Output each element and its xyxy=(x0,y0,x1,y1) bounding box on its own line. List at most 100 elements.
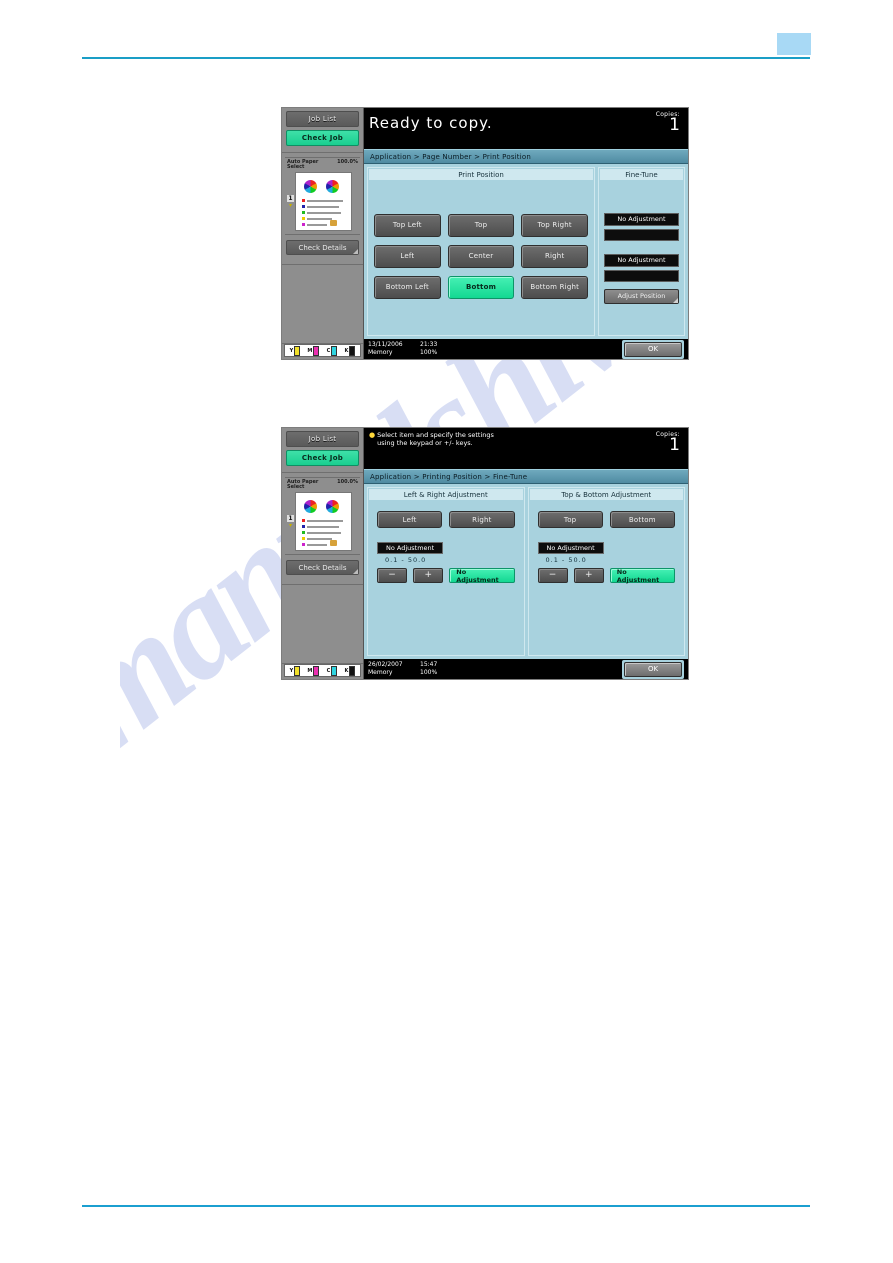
document-preview-icon xyxy=(295,172,352,231)
operator-panel-1: Job List Check Job Auto Paper Select 100.… xyxy=(282,108,364,359)
copies-display-1: Copies: 1 xyxy=(656,111,684,135)
message-bar-2: ● Select item and specify the settings u… xyxy=(364,428,688,469)
tb-value-display: No Adjustment xyxy=(537,542,604,554)
copies-display-2: Copies: 1 xyxy=(656,431,684,455)
position-left-button[interactable]: Left xyxy=(374,244,441,268)
position-right-button[interactable]: Right xyxy=(521,244,589,268)
check-job-button[interactable]: Check Job xyxy=(286,130,359,146)
memory-value: 100% xyxy=(420,349,438,356)
paper-thumb-wrap: 1 ▾ xyxy=(285,492,360,551)
instruction-line-1: Select item and specify the settings xyxy=(377,431,494,439)
paper-thumb-wrap: 1 ▾ xyxy=(285,172,360,231)
left-right-body: Left Right No Adjustment 0.1 - 50.0 − + … xyxy=(368,501,524,655)
toner-c: C xyxy=(327,345,338,356)
position-top-button[interactable]: Top xyxy=(447,213,515,237)
top-bottom-body: Top Bottom No Adjustment 0.1 - 50.0 − + … xyxy=(529,501,685,655)
status-date: 26/02/2007 xyxy=(368,661,403,668)
tb-minus-button[interactable]: − xyxy=(537,568,568,583)
position-top-left-button[interactable]: Top Left xyxy=(374,213,441,237)
zoom-ratio: 100.0% xyxy=(337,479,358,485)
status-text-1: 13/11/2006 21:33 Memory 100% xyxy=(368,341,437,357)
toner-k: K xyxy=(344,345,356,356)
operator-filler xyxy=(282,265,363,343)
position-bottom-left-button[interactable]: Bottom Left xyxy=(374,275,441,299)
copier-screen-fine-tune: Job List Check Job Auto Paper Select 100.… xyxy=(281,427,689,680)
status-text-2: 26/02/2007 15:47 Memory 100% xyxy=(368,661,437,677)
position-top-right-button[interactable]: Top Right xyxy=(521,213,589,237)
ok-button[interactable]: OK xyxy=(624,661,682,677)
breadcrumb-1[interactable]: Application > Page Number > Print Positi… xyxy=(364,149,688,164)
tb-stepper-row: − + No Adjustment xyxy=(537,568,675,584)
memory-label: Memory xyxy=(368,349,393,356)
lr-plus-button[interactable]: + xyxy=(413,568,444,583)
instruction-message: ● Select item and specify the settings u… xyxy=(369,431,494,447)
breadcrumb-2[interactable]: Application > Printing Position > Fine-T… xyxy=(364,469,688,484)
lr-range-label: 0.1 - 50.0 xyxy=(385,556,427,564)
tray-indicator: 1 ▾ xyxy=(287,514,294,529)
screen-body-2: Left & Right Adjustment Left Right No Ad… xyxy=(364,484,688,659)
paper-source-label: Auto Paper Select xyxy=(287,159,319,170)
lr-left-button[interactable]: Left xyxy=(377,511,443,528)
copies-value: 1 xyxy=(669,435,680,455)
tb-value-row: No Adjustment 0.1 - 50.0 xyxy=(537,542,676,564)
status-message: Ready to copy. xyxy=(369,114,493,132)
status-bar-1: 13/11/2006 21:33 Memory 100% OK xyxy=(364,339,688,359)
tb-no-adjustment-button[interactable]: No Adjustment xyxy=(609,568,675,584)
position-bottom-button[interactable]: Bottom xyxy=(447,275,515,299)
check-details-button[interactable]: Check Details xyxy=(286,560,359,575)
instruction-line-2: using the keypad or +/- keys. xyxy=(377,439,473,447)
job-list-button[interactable]: Job List xyxy=(286,431,359,447)
paper-info-1[interactable]: Auto Paper Select 100.0% 1 ▾ xyxy=(285,157,360,235)
fine-tune-value-2[interactable]: No Adjustment xyxy=(604,253,679,267)
copier-screen-print-position: Job List Check Job Auto Paper Select 100.… xyxy=(281,107,689,360)
tb-top-button[interactable]: Top xyxy=(537,511,603,528)
lr-no-adjustment-button[interactable]: No Adjustment xyxy=(449,568,515,584)
touch-screen-1: Ready to copy. Copies: 1 Application > P… xyxy=(364,108,688,359)
toner-m: M xyxy=(307,665,320,676)
ok-wrap-2: OK xyxy=(622,659,684,679)
ok-button[interactable]: OK xyxy=(624,341,682,357)
fine-tune-field-2[interactable] xyxy=(604,269,679,282)
divider xyxy=(282,472,363,473)
position-row: Bottom Left Bottom Bottom Right xyxy=(374,275,589,299)
paper-info-2[interactable]: Auto Paper Select 100.0% 1 ▾ xyxy=(285,477,360,555)
top-bottom-title: Top & Bottom Adjustment xyxy=(529,489,683,500)
position-bottom-right-button[interactable]: Bottom Right xyxy=(521,275,589,299)
instruction-lines: Select item and specify the settings usi… xyxy=(377,431,494,447)
position-grid: Top Left Top Top Right Left Center Right… xyxy=(368,181,594,335)
fine-tune-section: Fine-Tune No Adjustment No Adjustment Ad… xyxy=(598,167,685,336)
tb-bottom-button[interactable]: Bottom xyxy=(609,511,675,528)
job-list-button[interactable]: Job List xyxy=(286,111,359,127)
toner-level-indicator-1: Y M C K xyxy=(284,344,361,357)
adjust-position-button[interactable]: Adjust Position xyxy=(604,288,679,304)
lr-minus-button[interactable]: − xyxy=(377,568,408,583)
left-right-title: Left & Right Adjustment xyxy=(369,489,523,500)
ok-wrap-1: OK xyxy=(622,339,684,359)
top-bottom-buttons: Top Bottom xyxy=(537,511,675,528)
position-row: Top Left Top Top Right xyxy=(374,213,589,237)
paper-header: Auto Paper Select 100.0% xyxy=(285,480,360,490)
message-bar-1: Ready to copy. Copies: 1 xyxy=(364,108,688,149)
check-details-button[interactable]: Check Details xyxy=(286,240,359,255)
copies-value: 1 xyxy=(669,115,680,135)
position-center-button[interactable]: Center xyxy=(447,244,515,268)
tb-plus-button[interactable]: + xyxy=(573,568,604,583)
toner-y: Y xyxy=(290,665,301,676)
page-number-box xyxy=(777,33,811,55)
status-bar-2: 26/02/2007 15:47 Memory 100% OK xyxy=(364,659,688,679)
print-position-title: Print Position xyxy=(369,169,593,180)
fine-tune-field-1[interactable] xyxy=(604,228,679,241)
lr-right-button[interactable]: Right xyxy=(449,511,515,528)
zoom-ratio: 100.0% xyxy=(337,159,358,165)
document-preview-icon xyxy=(295,492,352,551)
fine-tune-value-1[interactable]: No Adjustment xyxy=(604,212,679,226)
toner-m: M xyxy=(307,345,320,356)
left-right-adjustment-section: Left & Right Adjustment Left Right No Ad… xyxy=(367,487,525,656)
status-time: 21:33 xyxy=(420,341,438,348)
touch-screen-2: ● Select item and specify the settings u… xyxy=(364,428,688,679)
toner-k: K xyxy=(344,665,356,676)
paper-header: Auto Paper Select 100.0% xyxy=(285,160,360,170)
operator-filler xyxy=(282,585,363,663)
check-job-button[interactable]: Check Job xyxy=(286,450,359,466)
